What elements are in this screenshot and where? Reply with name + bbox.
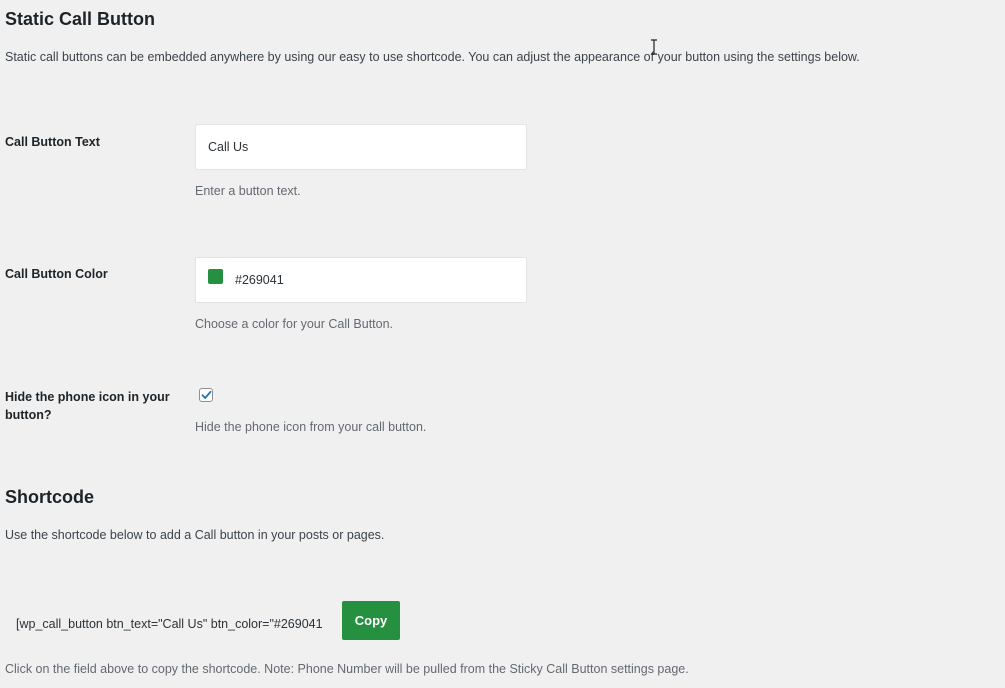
static-call-button-heading: Static Call Button <box>5 9 156 29</box>
checkmark-icon <box>201 390 211 399</box>
shortcode-heading: Shortcode <box>5 487 95 507</box>
shortcode-description: Use the shortcode below to add a Call bu… <box>5 528 385 542</box>
shortcode-input[interactable] <box>8 604 330 644</box>
static-call-button-description: Static call buttons can be embedded anyw… <box>5 50 860 64</box>
text-cursor-icon <box>651 39 657 55</box>
copy-button[interactable]: Copy <box>342 601 400 640</box>
hide-phone-icon-label: Hide the phone icon in your button? <box>5 390 170 422</box>
color-swatch[interactable] <box>208 268 223 284</box>
call-button-color-help: Choose a color for your Call Button. <box>195 317 394 331</box>
shortcode-note: Click on the field above to copy the sho… <box>5 662 689 676</box>
call-button-color-field[interactable]: #269041 <box>195 257 527 303</box>
call-button-text-help: Enter a button text. <box>195 184 301 198</box>
hide-phone-icon-checkbox[interactable] <box>199 388 213 402</box>
call-button-text-input[interactable] <box>195 124 527 170</box>
color-hex-value: #269041 <box>235 273 284 287</box>
call-button-text-label: Call Button Text <box>5 135 100 149</box>
call-button-color-label: Call Button Color <box>5 267 108 281</box>
settings-page: Static Call Button Static call buttons c… <box>0 0 1005 688</box>
hide-phone-icon-help: Hide the phone icon from your call butto… <box>195 420 427 434</box>
